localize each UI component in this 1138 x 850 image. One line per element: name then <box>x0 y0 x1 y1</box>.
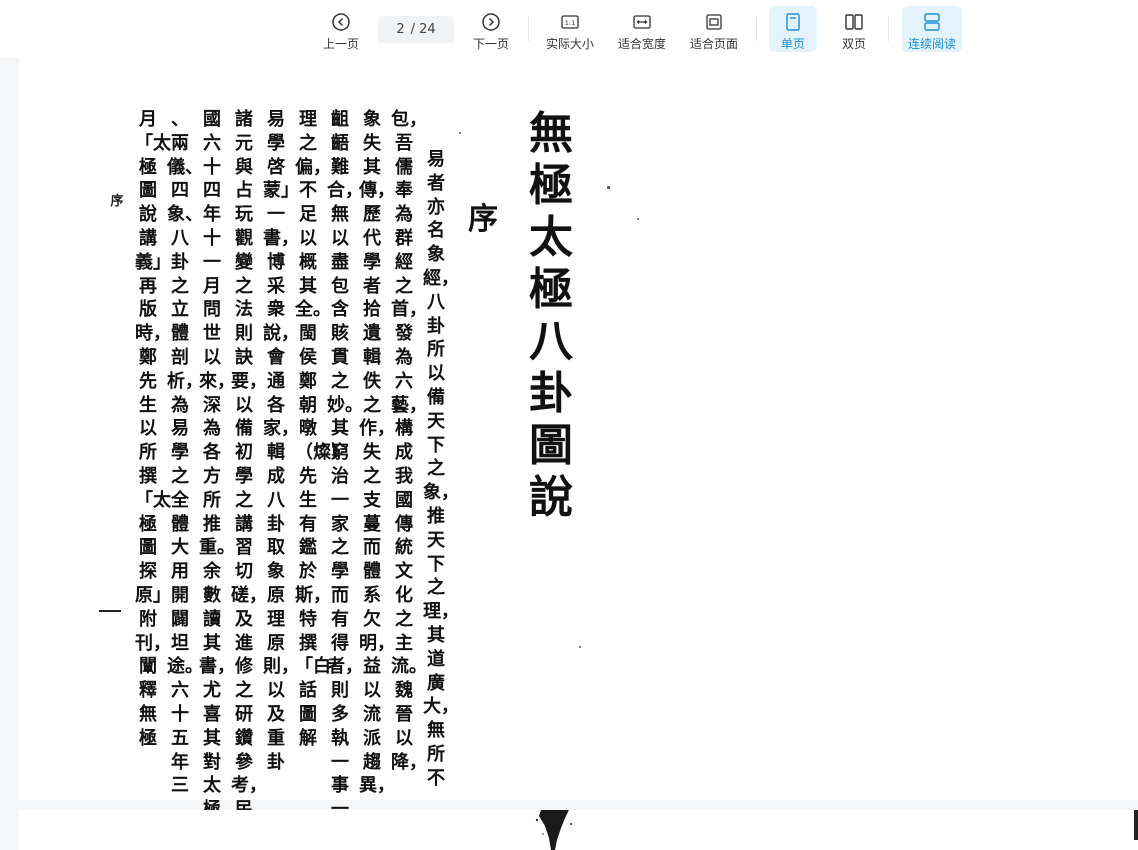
fit-width-label: 适合宽度 <box>617 37 666 51</box>
scan-speck <box>637 218 639 220</box>
scan-speck <box>607 186 610 189</box>
prev-page-label: 上一页 <box>322 37 359 51</box>
total-pages: / 24 <box>410 22 436 37</box>
text-column: 、兩儀、四象、八卦之立體剖析，為易學之全體大用開闢坦途。六十五年三 <box>167 109 203 797</box>
svg-text:1:1: 1:1 <box>565 19 575 27</box>
next-document-page <box>19 810 1138 850</box>
continuous-read-button[interactable]: 连续阅读 <box>902 6 962 52</box>
chevron-right-circle-icon <box>482 13 500 31</box>
scan-ink-blot <box>535 810 572 850</box>
next-page-label: 下一页 <box>472 37 509 51</box>
text-column: 易者亦名象經，八卦所以備天下之象，推天下之理，其道廣大，無所不 <box>423 149 459 789</box>
fit-width-icon <box>633 15 651 29</box>
double-page-button[interactable]: 双页 <box>830 6 878 52</box>
scan-edge-mark <box>1134 810 1138 840</box>
toolbar-divider <box>756 17 757 41</box>
fit-page-label: 适合页面 <box>689 37 738 51</box>
toolbar-divider <box>888 17 889 41</box>
text-column: 月「太極圖說講義」再版時，鄭先生以所撰「太極圖探原」附刊，闡釋無極 <box>135 109 171 749</box>
fit-width-button[interactable]: 适合宽度 <box>614 6 670 52</box>
current-page-input[interactable]: 2 <box>396 22 404 37</box>
running-header: 序 <box>110 194 124 209</box>
fit-page-button[interactable]: 适合页面 <box>686 6 742 52</box>
double-page-icon <box>845 14 863 30</box>
text-column: 諸元與占玩觀變之法則訣要，以備初學之講習切磋，及進修之研鑽參考，民 <box>231 109 267 820</box>
continuous-read-icon <box>924 13 940 31</box>
text-column: 包，吾儒奉為群經之首，發為六藝，構成我國傳統文化之主流。魏晉以降， <box>391 109 427 773</box>
toolbar-divider <box>528 17 529 41</box>
page-indicator: 2 / 24 <box>378 16 454 43</box>
document-page: 無極太極八卦圖說 序 易者亦名象經，八卦所以備天下之象，推天下之理，其道廣大，無… <box>19 58 1138 820</box>
actual-size-icon: 1:1 <box>561 15 579 29</box>
scan-speck <box>459 132 461 134</box>
page-number-mark <box>99 610 121 612</box>
single-page-label: 单页 <box>780 37 805 51</box>
preface-heading: 序 <box>468 202 498 237</box>
text-column: 齟齬難合，無以盡包含賅貫之妙。其窮治一家之學而有得者，則多執一事一 <box>327 109 363 820</box>
prev-page-button[interactable]: 上一页 <box>318 6 364 52</box>
actual-size-label: 实际大小 <box>545 37 594 51</box>
chevron-left-circle-icon <box>332 13 350 31</box>
continuous-read-label: 连续阅读 <box>907 37 956 51</box>
next-page-button[interactable]: 下一页 <box>468 6 514 52</box>
actual-size-button[interactable]: 1:1 实际大小 <box>542 6 598 52</box>
book-title: 無極太極八卦圖說 <box>529 108 573 523</box>
double-page-label: 双页 <box>841 37 866 51</box>
viewer-toolbar: 上一页 2 / 24 下一页 1:1 实际大小 适合宽度 适合页面 单页 双页 … <box>0 0 1138 58</box>
single-page-icon <box>786 13 800 31</box>
text-column: 象失其傳，歷代學者拾遺輯佚之作，失之支蔓而體系欠明，益以流派趨異， <box>359 109 395 797</box>
text-column: 易學啓蒙」一書，博采衆說，會通各家，輯成八卦取象原理原則，以及重卦 <box>263 109 299 773</box>
scan-speck <box>579 646 581 648</box>
single-page-button[interactable]: 单页 <box>769 6 817 52</box>
fit-page-icon <box>706 14 722 30</box>
